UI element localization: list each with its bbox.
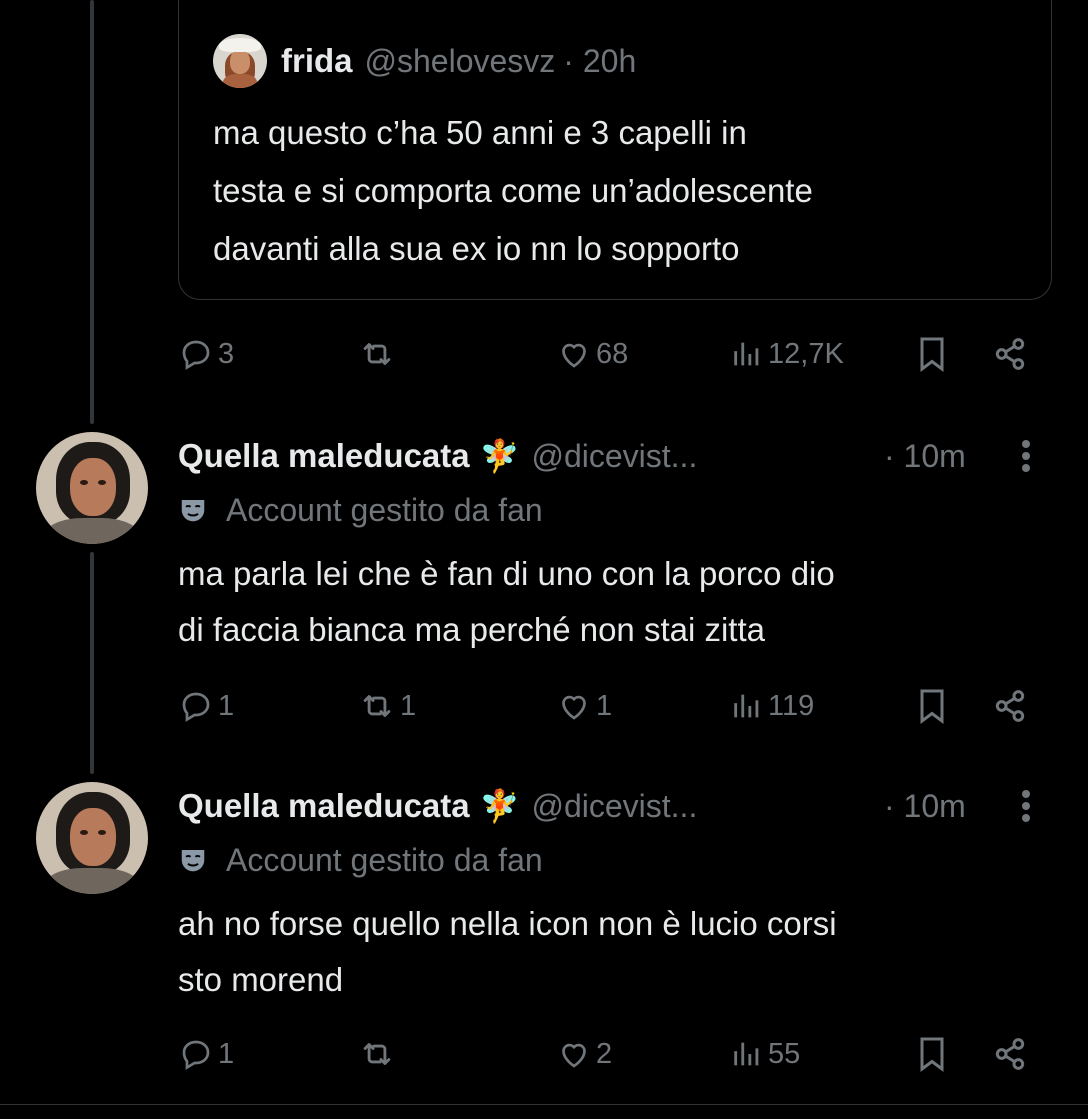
repost-icon: [363, 343, 391, 365]
share-button[interactable]: [990, 331, 1030, 377]
share-icon: [995, 690, 1025, 722]
author-name[interactable]: frida: [281, 42, 353, 80]
bookmark-button[interactable]: [912, 331, 952, 377]
divider: [0, 1104, 1088, 1105]
like-icon: [562, 343, 586, 368]
views-icon: [734, 694, 759, 718]
bookmark-icon: [920, 337, 944, 372]
fairy-emoji: 🧚: [479, 438, 520, 474]
share-icon: [995, 1038, 1025, 1070]
bookmark-button[interactable]: [912, 1031, 952, 1077]
avatar[interactable]: [36, 782, 148, 894]
reply-button[interactable]: 1: [178, 1031, 234, 1077]
reply-icon: [182, 340, 210, 370]
author-name[interactable]: Quella maleducata: [178, 787, 470, 825]
author-handle[interactable]: @dicevist...: [531, 788, 697, 825]
repost-icon: [363, 695, 391, 717]
bookmark-icon: [920, 1037, 944, 1072]
like-button[interactable]: 2: [556, 1031, 612, 1077]
like-button[interactable]: 1: [556, 683, 612, 729]
view-count: 55: [768, 1037, 801, 1070]
action-bar: 3 68 12,7K: [178, 331, 1048, 377]
mask-icon: [181, 500, 205, 522]
views-icon: [734, 342, 759, 366]
views-icon: [734, 1042, 759, 1066]
post-time[interactable]: · 10m: [884, 438, 966, 475]
mask-icon: [181, 850, 205, 872]
repost-button[interactable]: 1: [358, 683, 416, 729]
more-icon[interactable]: [1016, 436, 1036, 476]
author-handle[interactable]: @dicevist...: [531, 438, 697, 475]
post-time[interactable]: · 20h: [563, 43, 636, 80]
more-icon[interactable]: [1016, 786, 1036, 826]
repost-count: 1: [400, 689, 417, 722]
author-name[interactable]: Quella maleducata: [178, 437, 470, 475]
avatar[interactable]: [36, 432, 148, 544]
post-time[interactable]: · 10m: [884, 788, 966, 825]
bookmark-button[interactable]: [912, 683, 952, 729]
fan-account-label: Account gestito da fan: [178, 488, 543, 532]
reply-button[interactable]: 1: [178, 683, 234, 729]
view-count: 12,7K: [768, 337, 844, 370]
bookmark-icon: [920, 689, 944, 724]
share-button[interactable]: [990, 1031, 1030, 1077]
views-button[interactable]: 12,7K: [730, 331, 844, 377]
fairy-emoji: 🧚: [479, 788, 520, 824]
thread-line: [90, 0, 94, 424]
post-text: ma parla lei che è fan di uno con la por…: [178, 555, 835, 648]
like-count: 1: [596, 689, 613, 722]
views-button[interactable]: 55: [730, 1031, 800, 1077]
post-header: Quella maleducata 🧚 @dicevist... · 10m: [178, 432, 1048, 480]
share-button[interactable]: [990, 683, 1030, 729]
share-icon: [995, 338, 1025, 370]
reply-icon: [182, 692, 210, 722]
avatar[interactable]: [213, 34, 267, 88]
author-handle[interactable]: @shelovesvz: [365, 43, 556, 80]
like-count: 68: [596, 337, 629, 370]
quoted-post-header: frida @shelovesvz · 20h: [213, 34, 636, 88]
action-bar: 1 1 1 119: [178, 683, 1048, 729]
post-text: ma questo c’ha 50 anni e 3 capelli in te…: [213, 114, 813, 267]
reply-icon: [182, 1040, 210, 1070]
view-count: 119: [768, 689, 815, 722]
thread-line: [90, 552, 94, 774]
fan-label-text: Account gestito da fan: [226, 491, 543, 528]
fan-label-text: Account gestito da fan: [226, 841, 543, 878]
like-count: 2: [596, 1037, 613, 1070]
views-button[interactable]: 119: [730, 683, 814, 729]
fan-account-label: Account gestito da fan: [178, 838, 543, 882]
reply-count: 1: [218, 689, 235, 722]
like-icon: [562, 1043, 586, 1068]
quoted-post[interactable]: frida @shelovesvz · 20h ma questo c’ha 5…: [178, 0, 1052, 300]
reply-button[interactable]: 3: [178, 331, 234, 377]
action-bar: 1 2 55: [178, 1031, 1048, 1077]
reply-count: 3: [218, 337, 235, 370]
repost-button[interactable]: [358, 1031, 400, 1077]
post-text: ah no forse quello nella icon non è luci…: [178, 905, 837, 998]
post-header: Quella maleducata 🧚 @dicevist... · 10m: [178, 782, 1048, 830]
like-icon: [562, 695, 586, 720]
reply-count: 1: [218, 1037, 235, 1070]
like-button[interactable]: 68: [556, 331, 628, 377]
repost-button[interactable]: [358, 331, 400, 377]
repost-icon: [363, 1043, 391, 1065]
